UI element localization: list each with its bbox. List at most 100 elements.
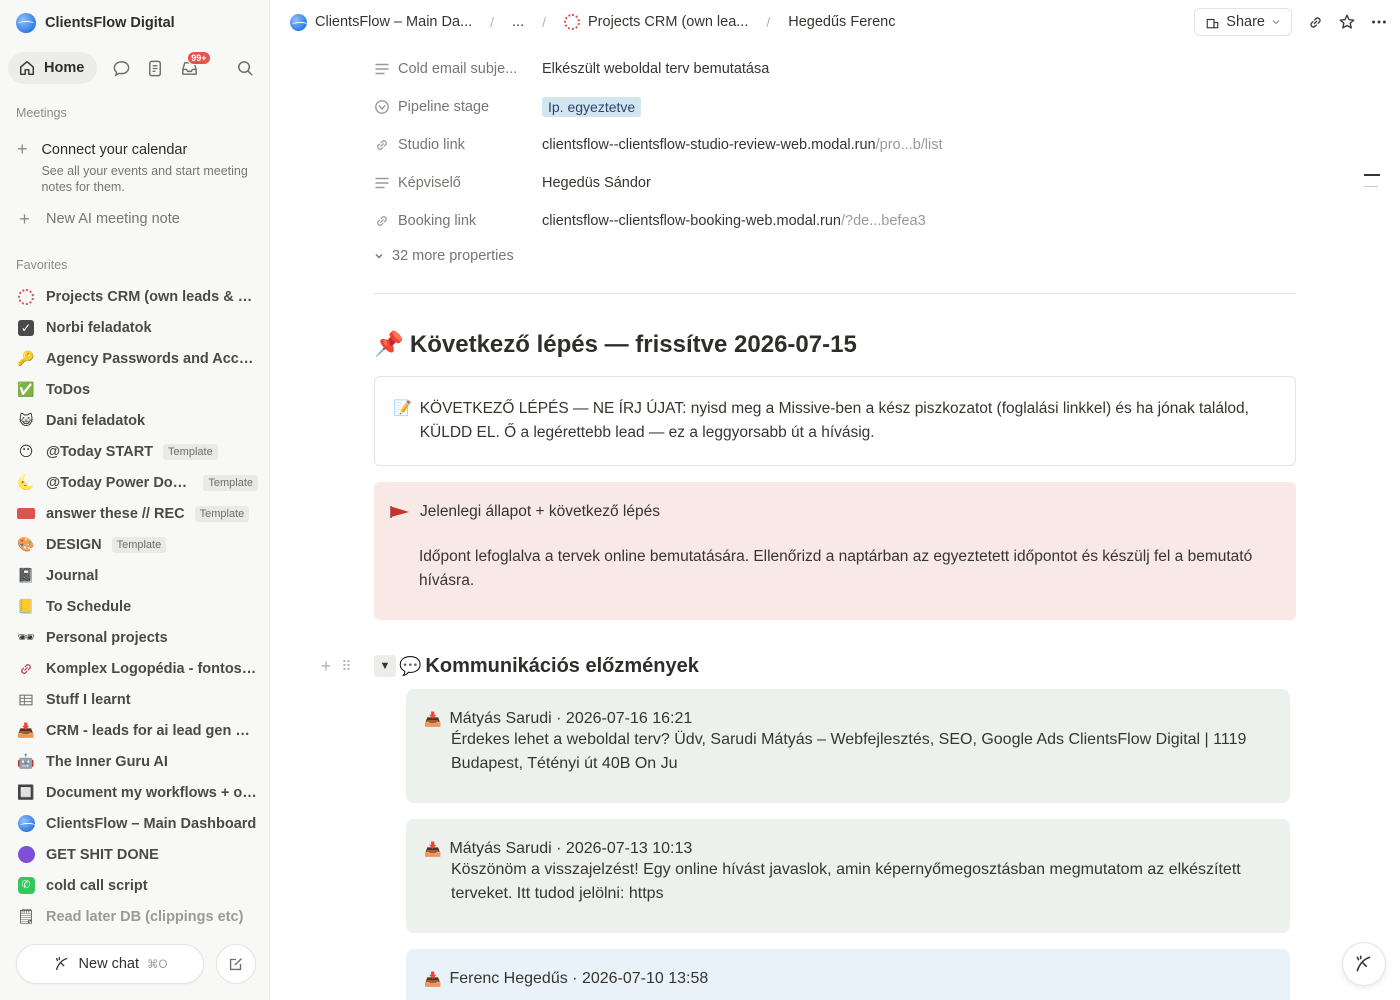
compose-button[interactable]: [216, 944, 256, 984]
favorite-item[interactable]: Komplex Logopédia - fontos li...: [16, 653, 258, 684]
share-button[interactable]: Share: [1194, 8, 1292, 36]
text-lines-icon: [374, 175, 390, 191]
message-header: 📥 Mátyás Sarudi · 2026-07-16 16:21: [424, 710, 1272, 728]
breadcrumb-ellipsis[interactable]: ...: [512, 14, 524, 30]
new-chat-button[interactable]: New chat ⌘O: [16, 944, 204, 984]
page-icon: 🗒: [17, 908, 35, 924]
favorite-item-label: Komplex Logopédia - fontos li...: [46, 660, 258, 677]
ai-assistant-button[interactable]: [1342, 942, 1386, 986]
breadcrumb-current-page[interactable]: Hegedűs Ferenc: [788, 14, 895, 30]
favorite-item[interactable]: 📓 Journal: [16, 560, 258, 591]
property-value[interactable]: Elkészült weboldal terv bemutatása: [542, 61, 769, 77]
new-ai-meeting-note-label: New AI meeting note: [46, 211, 180, 227]
favorite-item[interactable]: 🎨 DESIGN Template: [16, 529, 258, 560]
breadcrumb-dashboard-label: ClientsFlow – Main Da...: [315, 14, 473, 30]
favorite-item[interactable]: ✓ Norbi feladatok: [16, 312, 258, 343]
message-body: Érdekes lehet a weboldal terv? Üdv, Saru…: [451, 731, 1247, 772]
toggle-triangle-icon[interactable]: ▼: [374, 655, 396, 677]
star-icon[interactable]: [1338, 13, 1356, 31]
favorite-item[interactable]: GET SHIT DONE: [16, 839, 258, 870]
favorite-item[interactable]: Projects CRM (own leads & cl...: [16, 281, 258, 312]
property-name[interactable]: Képviselő: [374, 175, 542, 191]
property-value[interactable]: clientsflow--clientsflow-studio-review-w…: [542, 137, 943, 153]
favorite-item[interactable]: 😺 Dani feladatok: [16, 405, 258, 436]
crm-dots-icon: [16, 287, 36, 307]
favorite-item[interactable]: 📒 To Schedule: [16, 591, 258, 622]
property-name[interactable]: Booking link: [374, 213, 542, 229]
moon-icon: 🌜: [17, 474, 35, 490]
favorite-item[interactable]: Stuff I learnt: [16, 684, 258, 715]
link-icon: [16, 659, 36, 679]
property-name[interactable]: Pipeline stage: [374, 99, 542, 115]
message-body: Köszönöm a visszajelzést! Egy online hív…: [451, 861, 1241, 902]
favorite-item[interactable]: 🔑 Agency Passwords and Acco...: [16, 343, 258, 374]
building-icon: [1206, 18, 1219, 28]
favorite-item[interactable]: 🕶 Personal projects: [16, 622, 258, 653]
favorite-item-label: Stuff I learnt: [46, 691, 131, 708]
favorite-item[interactable]: 🗒 Read later DB (clippings etc): [16, 901, 258, 932]
favorite-item[interactable]: 😶 @Today START Template: [16, 436, 258, 467]
more-options-icon[interactable]: [1370, 13, 1388, 31]
new-chat-label: New chat: [78, 956, 139, 972]
favorite-item[interactable]: answer these // REC Template: [16, 498, 258, 529]
message-card[interactable]: 📥 Mátyás Sarudi · 2026-07-13 10:13 Köszönö…: [406, 819, 1290, 933]
breadcrumb-projects-crm[interactable]: Projects CRM (own lea...: [564, 14, 748, 30]
message-card[interactable]: 📥 Mátyás Sarudi · 2026-07-16 16:21 Érdekes…: [406, 689, 1290, 803]
outline-indicator[interactable]: [1364, 174, 1380, 197]
home-button[interactable]: Home: [8, 52, 98, 84]
chat-icon[interactable]: [111, 58, 131, 78]
property-value[interactable]: Hegedüs Sándor: [542, 175, 651, 191]
next-step-box: 📝 KÖVETKEZŐ LÉPÉS — NE ÍRJ ÚJAT: nyisd m…: [374, 376, 1296, 466]
favorite-item[interactable]: 🌜 @Today Power Dow... Template: [16, 467, 258, 498]
status-callout: Jelenlegi állapot + következő lépés Időp…: [374, 482, 1296, 620]
favorite-item[interactable]: ✅ ToDos: [16, 374, 258, 405]
breadcrumb-separator: /: [542, 14, 547, 30]
property-name[interactable]: Cold email subje...: [374, 61, 542, 77]
property-value[interactable]: Ip. egyeztetve: [542, 96, 642, 117]
breadcrumb-dashboard[interactable]: ClientsFlow – Main Da...: [290, 13, 473, 31]
inbox-tray-icon: 📥: [17, 722, 35, 738]
property-row: Pipeline stage Ip. egyeztetve: [374, 88, 1296, 126]
globe-icon: [16, 814, 36, 834]
connect-calendar-item[interactable]: + Connect your calendar See all your eve…: [16, 140, 256, 195]
meeting-notes-icon[interactable]: [145, 58, 165, 78]
pipeline-stage-tag: Ip. egyeztetve: [542, 96, 642, 117]
property-value[interactable]: clientsflow--clientsflow-booking-web.mod…: [542, 213, 926, 229]
property-value-text: Hegedüs Sándor: [542, 175, 651, 191]
favorite-item[interactable]: 🔲 Document my workflows + op...: [16, 777, 258, 808]
message-header: 📥 Ferenc Hegedűs · 2026-07-10 13:58: [424, 970, 1272, 988]
inbox-icon[interactable]: 99+: [179, 51, 211, 78]
favorite-item[interactable]: 📥 CRM - leads for ai lead gen of...: [16, 715, 258, 746]
favorite-item-label: Document my workflows + op...: [46, 784, 258, 801]
property-name-label: Pipeline stage: [398, 99, 490, 115]
message-card[interactable]: 📥 Ferenc Hegedűs · 2026-07-10 13:58: [406, 949, 1290, 1000]
breadcrumb-separator: /: [766, 14, 771, 30]
drag-handle-icon[interactable]: ⠿: [336, 658, 356, 675]
next-step-text: KÖVETKEZŐ LÉPÉS — NE ÍRJ ÚJAT: nyisd meg…: [419, 400, 1249, 441]
check-mark-icon: ✅: [17, 381, 35, 397]
new-ai-meeting-note-button[interactable]: + New AI meeting note: [16, 210, 180, 228]
template-badge: Template: [203, 474, 258, 491]
purple-eye-icon: [16, 845, 36, 865]
workspace-switcher[interactable]: ClientsFlow Digital: [16, 12, 175, 34]
favorite-item[interactable]: ✆ cold call script: [16, 870, 258, 901]
more-properties-button[interactable]: 32 more properties: [374, 240, 1296, 272]
memo-icon: 📝: [393, 400, 412, 417]
property-name[interactable]: Studio link: [374, 137, 542, 153]
template-badge: Template: [163, 443, 218, 460]
notebook-icon: 📓: [17, 567, 35, 583]
globe-icon: [290, 13, 307, 31]
favorite-item[interactable]: 🤖 The Inner Guru AI: [16, 746, 258, 777]
property-value-text: clientsflow--clientsflow-studio-review-w…: [542, 137, 876, 153]
favorites-list: Projects CRM (own leads & cl... ✓ Norbi fe…: [16, 281, 258, 932]
ledger-icon: 📒: [17, 598, 35, 614]
copy-link-icon[interactable]: [1306, 13, 1324, 31]
favorite-item-label: To Schedule: [46, 598, 132, 615]
favorite-item[interactable]: ClientsFlow – Main Dashboard: [16, 808, 258, 839]
add-block-icon[interactable]: +: [316, 656, 336, 677]
new-chat-shortcut: ⌘O: [147, 959, 168, 971]
table-icon: [16, 690, 36, 710]
status-callout-title: Jelenlegi állapot + következő lépés: [420, 503, 660, 520]
search-icon[interactable]: [235, 58, 255, 78]
page-actions: Share: [1194, 8, 1388, 36]
